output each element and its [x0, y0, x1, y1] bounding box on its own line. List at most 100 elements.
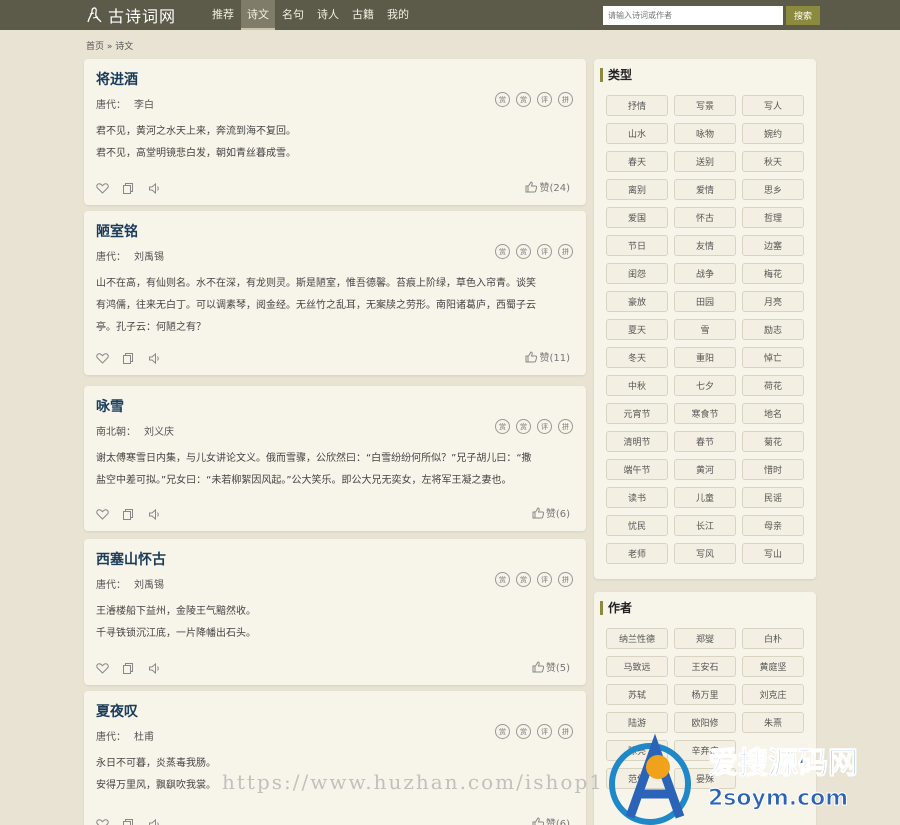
poem-title[interactable]: 夏夜叹: [96, 701, 138, 721]
heart-icon[interactable]: [96, 662, 109, 675]
type-tag[interactable]: 惜时: [742, 459, 804, 480]
type-tag[interactable]: 思乡: [742, 179, 804, 200]
type-tag[interactable]: 清明节: [606, 431, 668, 452]
type-tag[interactable]: 七夕: [674, 375, 736, 396]
author-tag[interactable]: 黄庭坚: [742, 656, 804, 677]
author-tag[interactable]: 杨万里: [674, 684, 736, 705]
poem-dynasty[interactable]: 唐代：: [96, 732, 126, 743]
nav-mine[interactable]: 我的: [381, 0, 415, 30]
type-tag[interactable]: 爱情: [674, 179, 736, 200]
type-tag[interactable]: 悼亡: [742, 347, 804, 368]
poem-title[interactable]: 陋室铭: [96, 221, 138, 241]
breadcrumb-current[interactable]: 诗文: [115, 42, 133, 52]
type-tag[interactable]: 寒食节: [674, 403, 736, 424]
type-tag[interactable]: 爱国: [606, 207, 668, 228]
type-tag[interactable]: 春天: [606, 151, 668, 172]
type-tag[interactable]: 战争: [674, 263, 736, 284]
pinyin-button[interactable]: 拼: [558, 92, 573, 107]
author-tag[interactable]: 马致远: [606, 656, 668, 677]
type-tag[interactable]: 母亲: [742, 515, 804, 536]
type-tag[interactable]: 写风: [674, 543, 736, 564]
type-tag[interactable]: 冬天: [606, 347, 668, 368]
speaker-icon[interactable]: [148, 818, 161, 825]
type-tag[interactable]: 老师: [606, 543, 668, 564]
type-tag[interactable]: 元宵节: [606, 403, 668, 424]
heart-icon[interactable]: [96, 182, 109, 195]
speaker-icon[interactable]: [148, 662, 161, 675]
type-tag[interactable]: 地名: [742, 403, 804, 424]
type-tag[interactable]: 荷花: [742, 375, 804, 396]
speaker-icon[interactable]: [148, 508, 161, 521]
like-button[interactable]: 赞(5): [532, 659, 570, 674]
translate-button[interactable]: 赏: [516, 724, 531, 739]
appreciate-button[interactable]: 赏: [495, 724, 510, 739]
poem-author[interactable]: 刘禹锡: [134, 580, 164, 591]
type-tag[interactable]: 写人: [742, 95, 804, 116]
type-tag[interactable]: 夏天: [606, 319, 668, 340]
comment-button[interactable]: 评: [537, 572, 552, 587]
type-tag[interactable]: 离别: [606, 179, 668, 200]
type-tag[interactable]: 黄河: [674, 459, 736, 480]
copy-icon[interactable]: [122, 182, 135, 195]
breadcrumb-home[interactable]: 首页: [86, 42, 104, 52]
poem-title[interactable]: 将进酒: [96, 69, 138, 89]
search-input[interactable]: [603, 6, 783, 25]
like-button[interactable]: 赞(11): [525, 349, 570, 364]
translate-button[interactable]: 赏: [516, 419, 531, 434]
pinyin-button[interactable]: 拼: [558, 724, 573, 739]
appreciate-button[interactable]: 赏: [495, 244, 510, 259]
like-button[interactable]: 赞(6): [532, 815, 570, 825]
type-tag[interactable]: 月亮: [742, 291, 804, 312]
type-tag[interactable]: 友情: [674, 235, 736, 256]
poem-title[interactable]: 咏雪: [96, 396, 124, 416]
appreciate-button[interactable]: 赏: [495, 92, 510, 107]
type-tag[interactable]: 抒情: [606, 95, 668, 116]
copy-icon[interactable]: [122, 662, 135, 675]
poem-dynasty[interactable]: 南北朝：: [96, 427, 136, 438]
type-tag[interactable]: 山水: [606, 123, 668, 144]
type-tag[interactable]: 长江: [674, 515, 736, 536]
pinyin-button[interactable]: 拼: [558, 244, 573, 259]
heart-icon[interactable]: [96, 508, 109, 521]
type-tag[interactable]: 重阳: [674, 347, 736, 368]
comment-button[interactable]: 评: [537, 92, 552, 107]
poem-author[interactable]: 李白: [134, 100, 154, 111]
type-tag[interactable]: 豪放: [606, 291, 668, 312]
copy-icon[interactable]: [122, 818, 135, 825]
type-tag[interactable]: 励志: [742, 319, 804, 340]
copy-icon[interactable]: [122, 352, 135, 365]
poem-dynasty[interactable]: 唐代：: [96, 100, 126, 111]
copy-icon[interactable]: [122, 508, 135, 521]
type-tag[interactable]: 雪: [674, 319, 736, 340]
author-tag[interactable]: 刘克庄: [742, 684, 804, 705]
site-logo[interactable]: 古诗词网: [84, 5, 176, 26]
type-tag[interactable]: 端午节: [606, 459, 668, 480]
translate-button[interactable]: 赏: [516, 92, 531, 107]
heart-icon[interactable]: [96, 352, 109, 365]
poem-author[interactable]: 刘禹锡: [134, 252, 164, 263]
speaker-icon[interactable]: [148, 182, 161, 195]
search-button[interactable]: 搜索: [786, 6, 820, 25]
type-tag[interactable]: 读书: [606, 487, 668, 508]
author-tag[interactable]: 苏轼: [606, 684, 668, 705]
heart-icon[interactable]: [96, 818, 109, 825]
comment-button[interactable]: 评: [537, 244, 552, 259]
type-tag[interactable]: 儿童: [674, 487, 736, 508]
author-tag[interactable]: 郑燮: [674, 628, 736, 649]
translate-button[interactable]: 赏: [516, 572, 531, 587]
type-tag[interactable]: 哲理: [742, 207, 804, 228]
nav-poems[interactable]: 诗文: [241, 0, 275, 30]
nav-recommend[interactable]: 推荐: [206, 0, 240, 30]
type-tag[interactable]: 婉约: [742, 123, 804, 144]
type-tag[interactable]: 节日: [606, 235, 668, 256]
type-tag[interactable]: 边塞: [742, 235, 804, 256]
author-tag[interactable]: 白朴: [742, 628, 804, 649]
type-tag[interactable]: 中秋: [606, 375, 668, 396]
poem-title[interactable]: 西塞山怀古: [96, 549, 166, 569]
pinyin-button[interactable]: 拼: [558, 419, 573, 434]
like-button[interactable]: 赞(6): [532, 505, 570, 520]
type-tag[interactable]: 菊花: [742, 431, 804, 452]
type-tag[interactable]: 送别: [674, 151, 736, 172]
appreciate-button[interactable]: 赏: [495, 419, 510, 434]
poem-author[interactable]: 杜甫: [134, 732, 154, 743]
